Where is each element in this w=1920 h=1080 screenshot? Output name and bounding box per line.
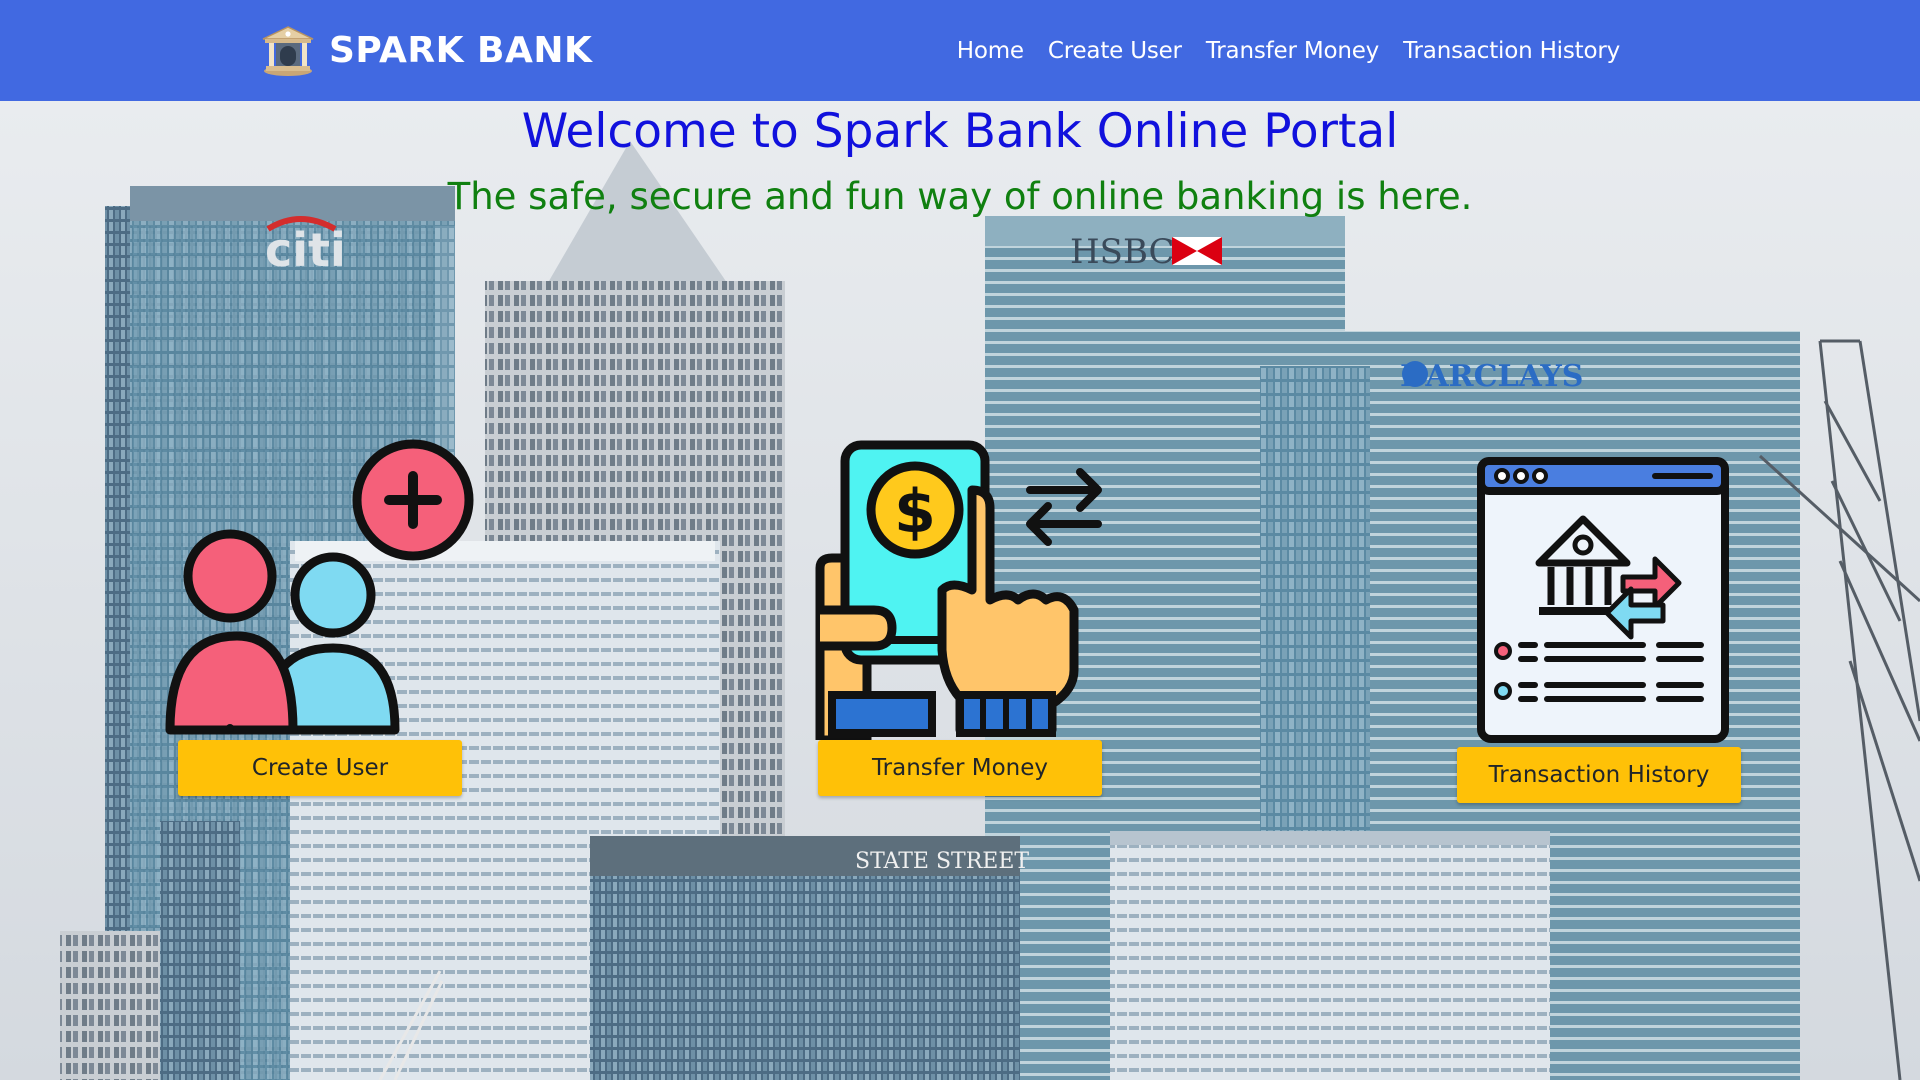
bank-icon (262, 26, 314, 76)
nav-transfer-money[interactable]: Transfer Money (1194, 38, 1391, 64)
transfer-money-button[interactable]: Transfer Money (818, 740, 1102, 796)
page-title: Welcome to Spark Bank Online Portal (521, 104, 1399, 159)
nav-transaction-history[interactable]: Transaction History (1391, 38, 1632, 64)
nav-create-user[interactable]: Create User (1036, 38, 1194, 64)
card-transaction-history: Transaction History (1455, 455, 1755, 805)
card-transfer-money: $ Transfer Money (812, 440, 1112, 798)
brand-link[interactable]: SPARK BANK (261, 23, 592, 77)
svg-text:$: $ (894, 477, 936, 547)
svg-text:HSBC: HSBC (1070, 232, 1175, 272)
add-users-icon: {} (165, 439, 474, 735)
svg-text:STATE STREET: STATE STREET (855, 849, 1029, 874)
nav-home[interactable]: Home (945, 38, 1036, 64)
transaction-history-icon (1477, 457, 1729, 743)
transaction-history-button[interactable]: Transaction History (1457, 747, 1741, 803)
mobile-payment-icon: $ (815, 440, 1102, 740)
card-create-user: {} Create User (165, 438, 475, 798)
nav-links: Home Create User Transfer Money Transact… (945, 0, 1632, 101)
page-subtitle: The safe, secure and fun way of online b… (447, 175, 1473, 218)
brand-name: SPARK BANK (329, 29, 593, 71)
create-user-button[interactable]: Create User (178, 740, 462, 796)
navbar: SPARK BANK Home Create User Transfer Mon… (0, 0, 1920, 101)
